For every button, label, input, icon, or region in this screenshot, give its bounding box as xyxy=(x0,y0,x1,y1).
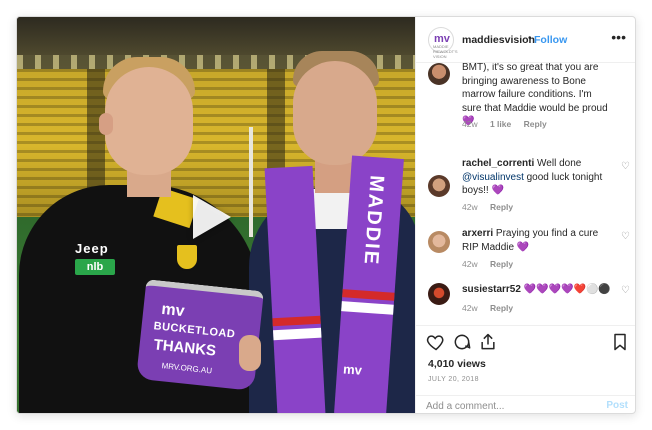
post-video[interactable]: Jeep nlb MADDIE mv mv BUCKETLOAD THANKS … xyxy=(17,17,415,413)
left-person-ear xyxy=(99,113,113,135)
post-side-panel: mv MADDIE RIEWOLDT'S VISION maddiesvisio… xyxy=(415,17,635,413)
emoji-hearts-icon: 💜💜💜💜❤️⚪⚫ xyxy=(523,284,611,295)
goal-post xyxy=(249,127,253,237)
commenter-avatar[interactable] xyxy=(428,283,450,305)
scarf-text: MADDIE xyxy=(359,174,388,267)
scarf-stripe xyxy=(272,315,321,327)
bookmark-icon[interactable] xyxy=(610,332,630,352)
post-actions-bar: 4,010 views JULY 20, 2018 xyxy=(416,325,635,395)
scarf-stripe xyxy=(273,327,322,341)
comment-meta: 42w Reply xyxy=(462,259,523,269)
comment-age: 42w xyxy=(462,259,478,269)
hand xyxy=(239,335,261,371)
right-person-face xyxy=(293,61,377,165)
purple-heart-icon: 💜 xyxy=(516,241,530,253)
sleeve-sponsor-badge: nlb xyxy=(75,259,115,275)
post-header: mv MADDIE RIEWOLDT'S VISION maddiesvisio… xyxy=(416,17,635,63)
comment-body: BMT), it's so great that you are bringin… xyxy=(462,63,608,114)
like-heart-icon[interactable] xyxy=(426,332,446,352)
post-date[interactable]: JULY 20, 2018 xyxy=(428,376,479,383)
comment-text: arxerri Praying you find a cure RIP Madd… xyxy=(462,227,612,254)
comment-age: 42w xyxy=(462,202,478,212)
comment-age: 42w xyxy=(462,303,478,313)
reply-button[interactable]: Reply xyxy=(490,259,513,269)
comment-username[interactable]: arxerri xyxy=(462,228,493,239)
view-count[interactable]: 4,010 views xyxy=(428,358,486,370)
comment-age: 42w xyxy=(462,119,478,129)
like-comment-heart-icon[interactable]: ♡ xyxy=(621,231,630,242)
commenter-avatar[interactable] xyxy=(428,231,450,253)
scarf-stripe xyxy=(341,301,394,315)
account-username[interactable]: maddiesvision xyxy=(462,34,535,46)
comment-meta: 42w Reply xyxy=(462,202,523,212)
comment-username[interactable]: susiestarr52 xyxy=(462,284,521,295)
purple-heart-icon: 💜 xyxy=(491,185,504,196)
comment-text: susiestarr52 💜💜💜💜❤️⚪⚫ xyxy=(462,283,612,297)
avatar-logo-subtext: MADDIE RIEWOLDT'S VISION xyxy=(433,44,458,59)
post-comment-button[interactable]: Post xyxy=(606,400,628,411)
jersey-sponsor-text: Jeep xyxy=(75,241,109,256)
club-crest xyxy=(175,243,199,271)
reply-button[interactable]: Reply xyxy=(490,202,513,212)
comment-meta: 42w Reply xyxy=(462,303,523,313)
comment-username[interactable]: rachel_correnti xyxy=(462,158,534,169)
add-comment-input[interactable] xyxy=(426,399,586,413)
reply-button[interactable]: Reply xyxy=(490,303,513,313)
bucket-url: MRV.ORG.AU xyxy=(161,361,213,376)
comment-body: Well done xyxy=(537,158,582,169)
comment-mention[interactable]: @visualinvest xyxy=(462,172,524,183)
account-avatar[interactable]: mv MADDIE RIEWOLDT'S VISION xyxy=(428,27,458,59)
add-comment-bar: Post xyxy=(416,395,635,413)
left-person-face xyxy=(105,67,193,175)
comment-likes[interactable]: 1 like xyxy=(490,119,511,129)
more-options-icon[interactable]: ••• xyxy=(611,29,626,45)
comment-text: rachel_correnti Well done @visualinvest … xyxy=(462,157,612,198)
header-separator: • xyxy=(528,33,532,44)
like-comment-heart-icon[interactable]: ♡ xyxy=(621,161,630,172)
like-comment-heart-icon[interactable]: ♡ xyxy=(621,285,630,296)
bucket-text-line2: THANKS xyxy=(152,336,217,360)
play-icon[interactable] xyxy=(193,195,231,239)
scarf-stripe xyxy=(342,289,395,301)
comment-meta: 42w 1 like Reply xyxy=(462,119,557,129)
commenter-avatar[interactable] xyxy=(428,63,450,85)
commenter-avatar[interactable] xyxy=(428,175,450,197)
scarf-logo: mv xyxy=(342,361,363,378)
comments-list[interactable]: BMT), it's so great that you are bringin… xyxy=(416,63,635,325)
instagram-post-card: Jeep nlb MADDIE mv mv BUCKETLOAD THANKS … xyxy=(16,16,636,414)
comment-bubble-icon[interactable] xyxy=(452,332,472,352)
share-upload-icon[interactable] xyxy=(478,332,498,352)
follow-button[interactable]: Follow xyxy=(534,34,567,46)
reply-button[interactable]: Reply xyxy=(524,119,547,129)
bucket-logo: mv xyxy=(160,300,186,321)
